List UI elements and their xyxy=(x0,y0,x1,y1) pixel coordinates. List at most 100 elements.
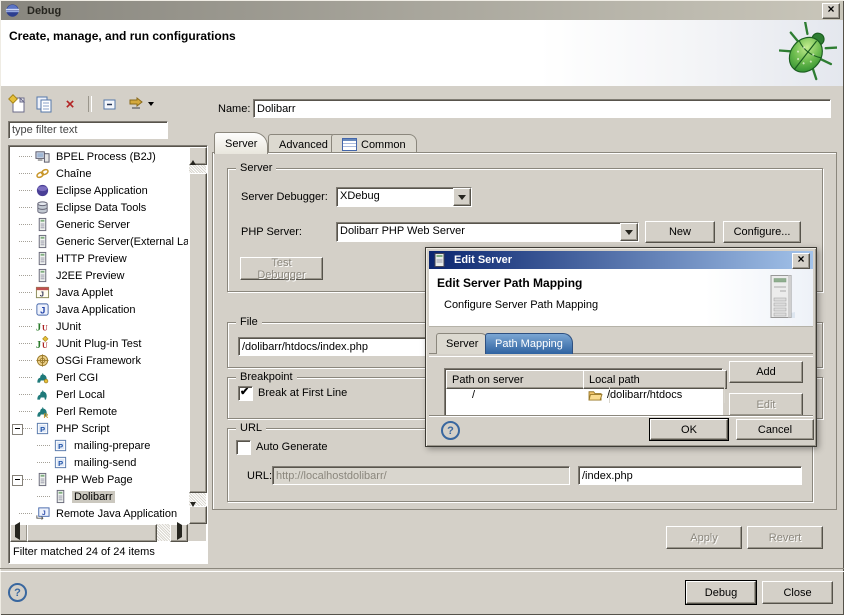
tree-vertical-scrollbar[interactable] xyxy=(189,147,206,523)
server-icon xyxy=(34,268,50,284)
dialog-tab-path-mapping[interactable]: Path Mapping xyxy=(485,333,573,354)
server-icon xyxy=(34,251,50,267)
name-label: Name: xyxy=(218,103,250,115)
apply-button[interactable]: Apply xyxy=(666,526,742,549)
common-tab-icon xyxy=(342,138,357,151)
tree-item-php-web-page[interactable]: PHP Web Page xyxy=(10,471,188,488)
tree-item[interactable]: Pmailing-send xyxy=(10,454,188,471)
svg-text:J: J xyxy=(35,340,40,351)
tree-item[interactable]: Generic Server xyxy=(10,216,188,233)
dialog-help-icon[interactable]: ? xyxy=(441,421,460,440)
tree-rows: BPEL Process (B2J) Chaîne Eclipse Applic… xyxy=(10,148,188,524)
remote-java-icon: J xyxy=(34,506,50,522)
tree-item[interactable]: J2EE Preview xyxy=(10,267,188,284)
tree-item[interactable]: Pmailing-prepare xyxy=(10,437,188,454)
collapse-all-icon[interactable] xyxy=(100,94,120,114)
vertical-scroll-thumb[interactable] xyxy=(189,173,207,493)
tab-server[interactable]: Server xyxy=(214,132,268,154)
perl-camel-icon: R xyxy=(34,404,50,420)
eclipse-logo-icon xyxy=(4,3,20,19)
dialog-heading: Edit Server Path Mapping xyxy=(437,276,582,290)
tree-item[interactable]: JJava Applet xyxy=(10,284,188,301)
filter-menu-icon[interactable] xyxy=(126,94,156,114)
tree-item[interactable]: Eclipse Application xyxy=(10,182,188,199)
debug-button[interactable]: Debug xyxy=(686,581,756,604)
eclipse-application-icon xyxy=(34,183,50,199)
bug-icon xyxy=(779,22,837,82)
filter-status: Filter matched 24 of 24 items xyxy=(10,542,206,562)
add-mapping-button[interactable]: Add xyxy=(729,361,803,383)
tree-item[interactable]: RPerl Remote xyxy=(10,403,188,420)
svg-text:P: P xyxy=(58,459,63,468)
tree-item[interactable]: Perl Local xyxy=(10,386,188,403)
delete-icon[interactable]: × xyxy=(60,94,80,114)
dialog-subheading: Configure Server Path Mapping xyxy=(444,299,598,311)
ok-button[interactable]: OK xyxy=(650,419,728,440)
tree-item[interactable]: Chaîne xyxy=(10,165,188,182)
applet-icon: J xyxy=(34,285,50,301)
collapse-expander-icon[interactable] xyxy=(12,424,23,435)
dialog-button-bar: ? OK Cancel xyxy=(429,415,813,443)
server-icon xyxy=(52,489,68,505)
tree-item[interactable]: BPEL Process (B2J) xyxy=(10,148,188,165)
perl-camel-icon xyxy=(34,370,50,386)
tree-item[interactable]: HTTP Preview xyxy=(10,250,188,267)
dialog-titlebar[interactable]: Edit Server xyxy=(429,251,813,269)
horizontal-scroll-thumb[interactable] xyxy=(27,524,157,542)
debug-configurations-window: Debug Create, manage, and run configurat… xyxy=(0,0,844,615)
dialog-header: Edit Server Path Mapping Configure Serve… xyxy=(429,269,813,327)
tree-horizontal-scrollbar[interactable] xyxy=(10,524,188,541)
name-input[interactable] xyxy=(253,99,831,118)
dropdown-caret-icon xyxy=(148,102,154,106)
config-toolbar: × xyxy=(8,92,156,116)
window-titlebar[interactable]: Debug xyxy=(1,1,843,20)
new-configuration-icon[interactable] xyxy=(8,94,28,114)
path-mapping-table: Path on server Local path / /dolibarr/ht… xyxy=(444,368,723,416)
table-cell-local-path[interactable]: /dolibarr/htdocs xyxy=(584,387,725,403)
server-icon xyxy=(34,234,50,250)
php-icon: P xyxy=(52,455,68,471)
close-button[interactable]: Close xyxy=(762,581,833,604)
dialog-tab-server[interactable]: Server xyxy=(436,333,488,354)
svg-text:U: U xyxy=(42,323,48,332)
tree-item[interactable]: Perl CGI xyxy=(10,369,188,386)
duplicate-icon[interactable] xyxy=(34,94,54,114)
tab-advanced[interactable]: Advanced xyxy=(268,134,339,154)
dialog-close-icon[interactable] xyxy=(792,253,810,269)
database-icon xyxy=(34,200,50,216)
svg-text:J: J xyxy=(42,510,46,517)
tree-item[interactable]: Eclipse Data Tools xyxy=(10,199,188,216)
perl-camel-icon xyxy=(34,387,50,403)
scroll-up-icon[interactable] xyxy=(189,147,207,165)
tab-common[interactable]: Common xyxy=(331,134,417,154)
toolbar-separator xyxy=(88,96,92,112)
tree-item[interactable]: Generic Server(External La xyxy=(10,233,188,250)
tree-item[interactable]: JUJUnit Plug-in Test xyxy=(10,335,188,352)
tree-item[interactable]: JJava Application xyxy=(10,301,188,318)
server-icon xyxy=(433,253,446,268)
help-icon[interactable]: ? xyxy=(8,583,27,602)
tree-item-dolibarr-selected[interactable]: Dolibarr xyxy=(10,488,188,505)
revert-button[interactable]: Revert xyxy=(747,526,823,549)
tree-item[interactable]: JRemote Java Application xyxy=(10,505,188,522)
scrollbar-corner xyxy=(188,524,206,541)
cancel-button[interactable]: Cancel xyxy=(736,419,814,440)
window-close-icon[interactable] xyxy=(822,3,840,19)
server-icon xyxy=(34,472,50,488)
edit-server-dialog: Edit Server Edit Server Path Mapping Con… xyxy=(425,247,817,447)
server-icon xyxy=(34,217,50,233)
filter-input[interactable] xyxy=(8,121,168,139)
edit-mapping-button[interactable]: Edit xyxy=(729,393,803,416)
php-icon: P xyxy=(52,438,68,454)
collapse-expander-icon[interactable] xyxy=(12,475,23,486)
osgi-icon xyxy=(34,353,50,369)
configuration-tree: BPEL Process (B2J) Chaîne Eclipse Applic… xyxy=(8,145,208,564)
tree-item[interactable]: OSGi Framework xyxy=(10,352,188,369)
scroll-right-icon[interactable] xyxy=(170,524,188,542)
scroll-down-icon[interactable] xyxy=(189,506,207,524)
tree-item-php-script[interactable]: PPHP Script xyxy=(10,420,188,437)
scroll-left-icon[interactable] xyxy=(10,524,28,542)
tree-item[interactable]: JUJUnit xyxy=(10,318,188,335)
svg-text:P: P xyxy=(58,442,63,451)
banner-title: Create, manage, and run configurations xyxy=(9,29,236,43)
